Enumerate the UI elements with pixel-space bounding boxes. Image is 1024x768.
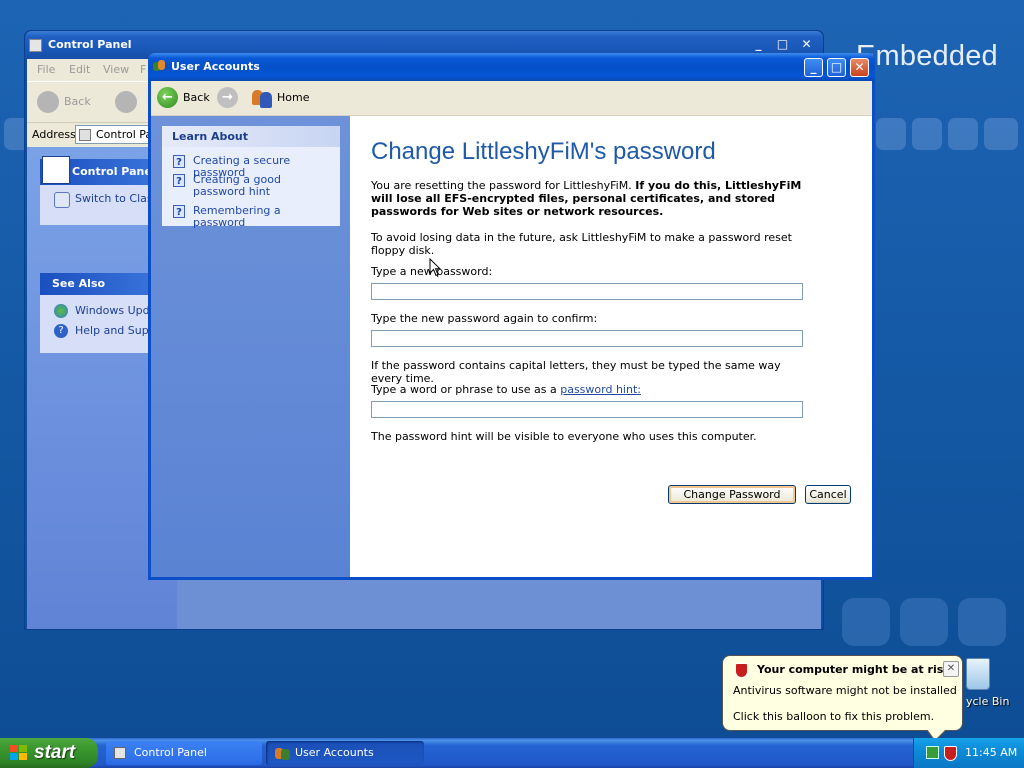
recycle-bin[interactable]: ycle Bin (958, 656, 1024, 712)
wallpaper-tile (984, 118, 1018, 150)
control-panel-title: Control Panel (48, 38, 132, 51)
users-home-icon (252, 88, 274, 108)
control-panel-icon (29, 39, 42, 52)
help-topic-icon: ? (173, 205, 185, 218)
home-button[interactable]: Home (249, 86, 319, 110)
wallpaper-branding: Embedded (856, 40, 998, 72)
home-label: Home (277, 91, 310, 104)
password-hint-label: Type a word or phrase to use as a passwo… (371, 383, 811, 396)
cancel-button[interactable]: Cancel (805, 485, 851, 504)
warning-normal: You are resetting the password for Littl… (371, 179, 636, 192)
wallpaper-tile (912, 118, 942, 150)
back-arrow-icon[interactable] (37, 91, 59, 113)
security-alert-balloon[interactable]: Your computer might be at risk ✕ Antivir… (722, 655, 963, 742)
back-arrow-icon: ← (157, 87, 178, 108)
balloon-title: Your computer might be at risk (757, 663, 951, 676)
balloon-close-button[interactable]: ✕ (943, 661, 959, 677)
network-tray-icon[interactable] (926, 746, 939, 759)
security-center-tray-icon[interactable] (944, 746, 957, 761)
menu-file[interactable]: File (37, 63, 55, 76)
address-field[interactable]: Control Pa (75, 125, 155, 144)
system-tray: 11:45 AM (913, 738, 1024, 768)
avoid-data-loss-text: To avoid losing data in the future, ask … (371, 231, 792, 257)
help-topic-icon: ? (173, 174, 185, 187)
see-also-box: See Also Windows Updat ? Help and Suppo (40, 273, 164, 353)
menu-edit[interactable]: Edit (69, 63, 90, 76)
learn-about-box: Learn About ? Creating a secure password… (162, 126, 340, 229)
capital-letters-note: If the password contains capital letters… (371, 359, 781, 385)
learn-item-label: Creating a good password hint (193, 173, 281, 198)
menu-favorites[interactable]: F (140, 63, 146, 76)
start-button[interactable]: start (0, 738, 98, 768)
user-accounts-client: ← Back → Home Learn About ? Creating a s… (151, 81, 872, 577)
user-accounts-titlebar[interactable]: User Accounts _ □ ✕ (148, 53, 875, 81)
wallpaper-tile (958, 598, 1006, 646)
control-panel-small-icon (114, 747, 126, 759)
windows-update-link[interactable]: Windows Updat (40, 301, 164, 321)
forward-arrow-icon[interactable]: → (217, 87, 238, 108)
learn-about-pane: Learn About ? Creating a secure password… (151, 116, 350, 577)
password-hint-link[interactable]: password hint: (560, 383, 641, 396)
wallpaper-tile (900, 598, 948, 646)
back-button[interactable]: ← Back (154, 86, 210, 110)
back-label: Back (183, 91, 210, 104)
page-title: Change LittleshyFiM's password (371, 138, 716, 165)
taskbar-item-user-accounts[interactable]: User Accounts (266, 741, 424, 765)
address-value: Control Pa (96, 128, 153, 141)
windows-logo-icon (10, 745, 28, 761)
control-panel-check-icon (42, 156, 70, 184)
recycle-bin-label: ycle Bin (966, 695, 1010, 708)
change-password-button[interactable]: Change Password (668, 485, 796, 504)
balloon-line1: Antivirus software might not be installe… (733, 684, 957, 697)
back-label: Back (64, 95, 91, 108)
wallpaper-tile (948, 118, 978, 150)
help-topic-icon: ? (173, 155, 185, 168)
security-shield-icon (735, 663, 748, 678)
maximize-button[interactable]: □ (827, 58, 846, 77)
user-accounts-title: User Accounts (171, 60, 260, 73)
wallpaper-tile (842, 598, 890, 646)
globe-icon (54, 304, 68, 318)
confirm-password-input[interactable] (371, 330, 803, 347)
password-hint-input[interactable] (371, 401, 803, 418)
hint-visibility-note: The password hint will be visible to eve… (371, 430, 757, 443)
control-panel-small-icon (79, 129, 91, 141)
switch-to-classic-link[interactable]: Switch to Class (40, 189, 164, 209)
forward-arrow-icon[interactable] (115, 91, 137, 113)
start-label: start (34, 742, 76, 763)
minimize-button[interactable]: _ (804, 58, 823, 77)
recycle-bin-icon (966, 658, 990, 690)
change-password-panel: Change LittleshyFiM's password You are r… (351, 116, 872, 577)
address-label: Address (32, 128, 76, 141)
warning-text: You are resetting the password for Littl… (371, 179, 811, 218)
task-box-title: Control Panel (72, 165, 156, 178)
help-support-link[interactable]: ? Help and Suppo (40, 321, 164, 341)
learn-about-title: Learn About (162, 126, 340, 147)
close-button[interactable]: ✕ (850, 58, 869, 77)
taskbar-item-control-panel[interactable]: Control Panel (106, 741, 262, 765)
wallpaper-tile (876, 118, 906, 150)
taskbar-item-label: User Accounts (295, 746, 374, 759)
user-accounts-small-icon (275, 746, 291, 760)
menu-view[interactable]: View (103, 63, 129, 76)
see-also-header: See Also (40, 273, 164, 295)
mouse-cursor-icon (429, 258, 441, 277)
user-accounts-window[interactable]: User Accounts _ □ ✕ ← Back → Home Learn … (148, 53, 875, 580)
taskbar: start Control Panel User Accounts 11:45 … (0, 738, 1024, 768)
new-password-input[interactable] (371, 283, 803, 300)
hint-label-prefix: Type a word or phrase to use as a (371, 383, 561, 396)
confirm-password-label: Type the new password again to confirm: (371, 312, 598, 325)
user-accounts-icon (152, 59, 167, 74)
control-panel-task-box: Control Panel Switch to Class (40, 156, 164, 225)
balloon-line2: Click this balloon to fix this problem. (733, 710, 935, 723)
learn-item-label: Remembering a password (193, 204, 281, 229)
clock: 11:45 AM (965, 746, 1018, 759)
help-icon: ? (54, 324, 68, 338)
user-accounts-toolbar: ← Back → Home (151, 81, 872, 116)
taskbar-item-label: Control Panel (134, 746, 207, 759)
switch-icon (54, 192, 70, 208)
switch-label: Switch to Class (75, 192, 159, 205)
